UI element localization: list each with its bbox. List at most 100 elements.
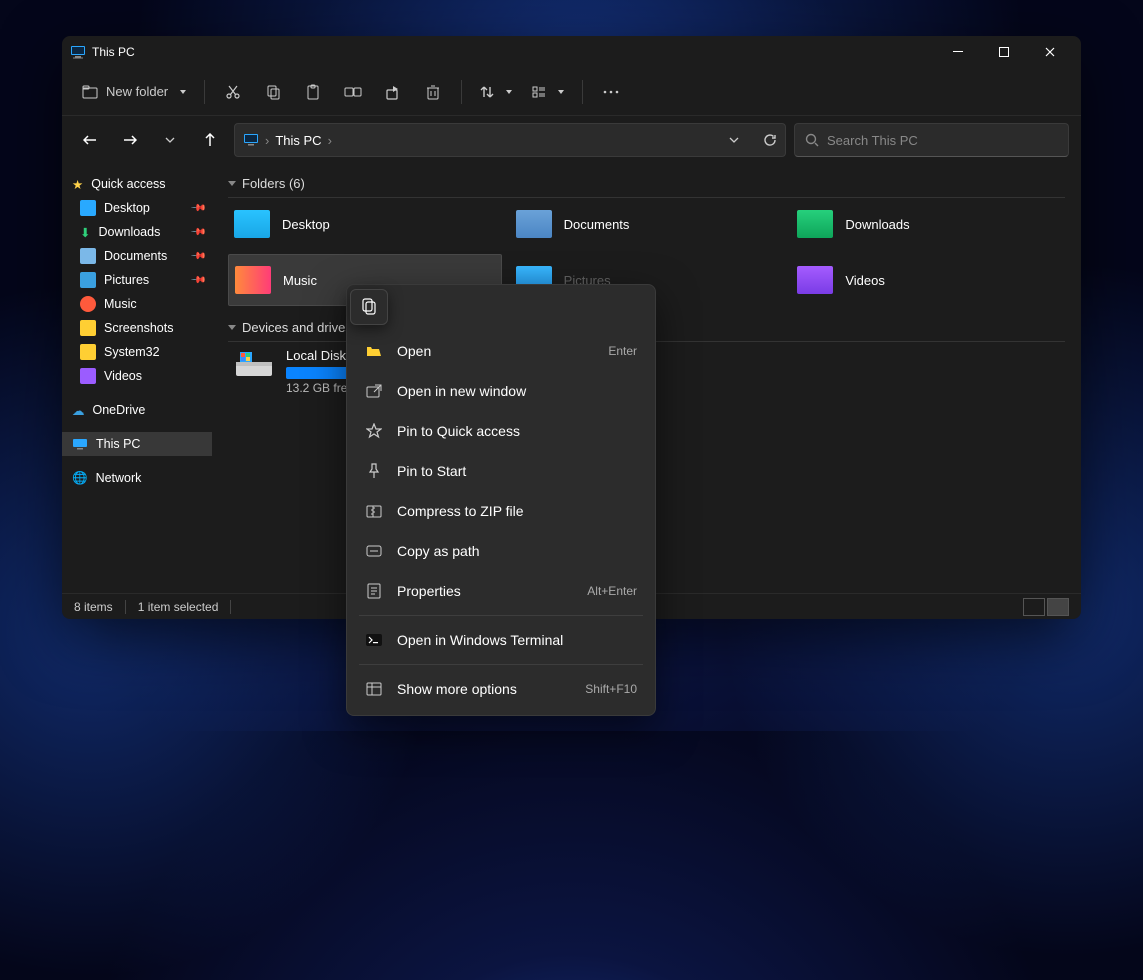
sidebar-item-videos[interactable]: Videos bbox=[62, 364, 212, 388]
chevron-right-icon: › bbox=[328, 133, 332, 148]
music-icon bbox=[80, 296, 96, 312]
ctx-pin-quick-access[interactable]: Pin to Quick access bbox=[353, 411, 649, 451]
sidebar-item-label: System32 bbox=[104, 345, 160, 359]
navbar: › This PC › Search This PC bbox=[62, 116, 1081, 164]
group-header-label: Folders (6) bbox=[242, 176, 305, 191]
close-button[interactable] bbox=[1027, 36, 1073, 68]
search-placeholder: Search This PC bbox=[827, 133, 918, 148]
sidebar-item-system32[interactable]: System32 bbox=[62, 340, 212, 364]
sidebar-item-label: Desktop bbox=[104, 201, 150, 215]
more-button[interactable] bbox=[593, 74, 629, 110]
context-menu: Open Enter Open in new window Pin to Qui… bbox=[346, 284, 656, 716]
new-folder-icon bbox=[82, 85, 98, 99]
ctx-properties[interactable]: Properties Alt+Enter bbox=[353, 571, 649, 611]
sidebar-item-screenshots[interactable]: Screenshots bbox=[62, 316, 212, 340]
drive-icon bbox=[234, 348, 274, 380]
ctx-show-more[interactable]: Show more options Shift+F10 bbox=[353, 669, 649, 709]
ctx-label: Compress to ZIP file bbox=[397, 503, 524, 519]
folder-open-icon bbox=[365, 342, 383, 360]
folder-desktop[interactable]: Desktop bbox=[228, 198, 502, 250]
view-button[interactable] bbox=[524, 74, 572, 110]
sidebar-item-label: OneDrive bbox=[93, 403, 146, 417]
sidebar-this-pc[interactable]: This PC bbox=[62, 432, 212, 456]
copy-button[interactable] bbox=[255, 74, 291, 110]
minimize-button[interactable] bbox=[935, 36, 981, 68]
paste-button[interactable] bbox=[295, 74, 331, 110]
sidebar-quick-access[interactable]: ★ Quick access bbox=[62, 172, 212, 196]
folder-icon bbox=[80, 320, 96, 336]
star-icon: ★ bbox=[72, 177, 83, 192]
sort-icon bbox=[480, 85, 494, 99]
up-button[interactable] bbox=[194, 124, 226, 156]
delete-icon bbox=[426, 84, 440, 100]
view-details-button[interactable] bbox=[1023, 598, 1045, 616]
this-pc-icon bbox=[72, 438, 88, 450]
sidebar-onedrive[interactable]: ☁ OneDrive bbox=[62, 398, 212, 422]
sidebar-item-label: Network bbox=[96, 471, 142, 485]
ctx-open-new-window[interactable]: Open in new window bbox=[353, 371, 649, 411]
more-icon bbox=[603, 90, 619, 94]
ctx-open[interactable]: Open Enter bbox=[353, 331, 649, 371]
rename-button[interactable] bbox=[335, 74, 371, 110]
titlebar: This PC bbox=[62, 36, 1081, 68]
sidebar-item-label: Music bbox=[104, 297, 137, 311]
pin-icon: 📌 bbox=[189, 224, 206, 241]
address-crumb-root[interactable]: › This PC › bbox=[243, 133, 332, 148]
share-button[interactable] bbox=[375, 74, 411, 110]
view-tiles-button[interactable] bbox=[1047, 598, 1069, 616]
refresh-button[interactable] bbox=[763, 133, 777, 147]
this-pc-icon bbox=[70, 45, 86, 59]
document-icon bbox=[80, 248, 96, 264]
ctx-copy-path[interactable]: Copy as path bbox=[353, 531, 649, 571]
download-icon: ⬇ bbox=[80, 225, 90, 240]
folder-icon bbox=[80, 344, 96, 360]
sidebar-item-documents[interactable]: Documents📌 bbox=[62, 244, 212, 268]
sidebar-item-pictures[interactable]: Pictures📌 bbox=[62, 268, 212, 292]
ctx-pin-start[interactable]: Pin to Start bbox=[353, 451, 649, 491]
pin-icon: 📌 bbox=[189, 200, 206, 217]
ctx-label: Show more options bbox=[397, 681, 517, 697]
video-icon bbox=[80, 368, 96, 384]
sidebar-item-label: Videos bbox=[104, 369, 142, 383]
cloud-icon: ☁ bbox=[72, 403, 85, 418]
sidebar-item-label: Screenshots bbox=[104, 321, 173, 335]
folder-videos[interactable]: Videos bbox=[791, 254, 1065, 306]
group-header-folders[interactable]: Folders (6) bbox=[228, 176, 1065, 191]
terminal-icon bbox=[365, 631, 383, 649]
folder-label: Videos bbox=[845, 273, 885, 288]
view-icon bbox=[532, 85, 546, 99]
ctx-separator bbox=[359, 664, 643, 665]
address-dropdown-button[interactable] bbox=[729, 137, 739, 143]
folder-documents[interactable]: Documents bbox=[510, 198, 784, 250]
ctx-open-terminal[interactable]: Open in Windows Terminal bbox=[353, 620, 649, 660]
sort-button[interactable] bbox=[472, 74, 520, 110]
sidebar-item-downloads[interactable]: ⬇Downloads📌 bbox=[62, 220, 212, 244]
address-bar[interactable]: › This PC › bbox=[234, 123, 786, 157]
sidebar-item-label: Pictures bbox=[104, 273, 149, 287]
ctx-compress-zip[interactable]: Compress to ZIP file bbox=[353, 491, 649, 531]
delete-button[interactable] bbox=[415, 74, 451, 110]
folder-label: Documents bbox=[564, 217, 630, 232]
search-input[interactable]: Search This PC bbox=[794, 123, 1069, 157]
sidebar-item-music[interactable]: Music bbox=[62, 292, 212, 316]
copy-icon[interactable] bbox=[361, 298, 377, 316]
sidebar-item-desktop[interactable]: Desktop 📌 bbox=[62, 196, 212, 220]
status-item-count: 8 items bbox=[74, 600, 113, 614]
network-icon: 🌐 bbox=[72, 471, 88, 486]
sidebar-item-label: Documents bbox=[104, 249, 167, 263]
chevron-right-icon: › bbox=[265, 133, 269, 148]
new-folder-button[interactable]: New folder bbox=[74, 74, 194, 110]
folder-downloads[interactable]: Downloads bbox=[791, 198, 1065, 250]
folder-label: Desktop bbox=[282, 217, 330, 232]
recent-locations-button[interactable] bbox=[154, 124, 186, 156]
sidebar-item-label: This PC bbox=[96, 437, 140, 451]
back-button[interactable] bbox=[74, 124, 106, 156]
new-folder-label: New folder bbox=[106, 84, 168, 99]
ctx-label: Pin to Quick access bbox=[397, 423, 520, 439]
group-header-label: Devices and drives bbox=[242, 320, 352, 335]
maximize-button[interactable] bbox=[981, 36, 1027, 68]
sidebar-network[interactable]: 🌐 Network bbox=[62, 466, 212, 490]
cut-button[interactable] bbox=[215, 74, 251, 110]
forward-button[interactable] bbox=[114, 124, 146, 156]
ctx-separator bbox=[359, 615, 643, 616]
